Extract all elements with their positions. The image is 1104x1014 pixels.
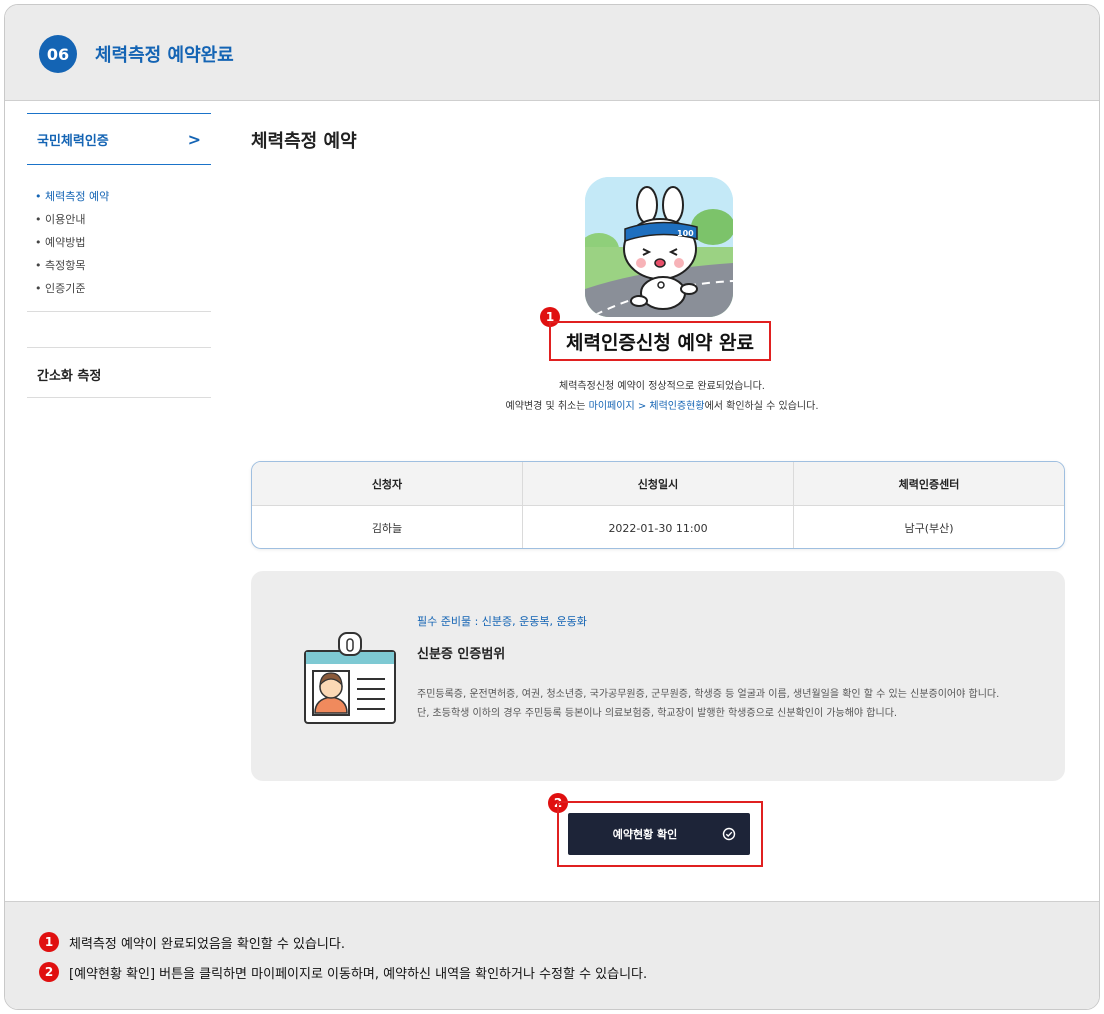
note-item: 2 [예약현황 확인] 버튼을 클릭하면 마이페이지로 이동하며, 예약하신 내… bbox=[39, 962, 647, 982]
note-number: 1 bbox=[39, 932, 59, 952]
id-scope-title: 신분증 인증범위 bbox=[417, 647, 506, 662]
sidebar-item-items[interactable]: • 측정항목 bbox=[35, 254, 109, 277]
completion-message: 체력측정신청 예약이 정상적으로 완료되었습니다. bbox=[559, 381, 765, 392]
sidebar-simple-measure[interactable]: 간소화 측정 bbox=[37, 365, 101, 384]
reservation-info-table: 신청자 신청일시 체력인증센터 김하늘 2022-01-30 11:00 남구(… bbox=[251, 461, 1065, 549]
cell-datetime: 2022-01-30 11:00 bbox=[523, 506, 794, 548]
notes-footer: 1 체력측정 예약이 완료되었음을 확인할 수 있습니다. 2 [예약현황 확인… bbox=[5, 901, 1099, 1009]
sidebar-item-guide[interactable]: • 이용안내 bbox=[35, 208, 109, 231]
sidebar-divider bbox=[27, 347, 211, 348]
sidebar-item-reservation[interactable]: • 체력측정 예약 bbox=[35, 185, 109, 208]
column-header-applicant: 신청자 bbox=[252, 462, 523, 505]
required-items: 필수 준비물 : 신분증, 운동복, 운동화 bbox=[417, 615, 587, 628]
step-number-badge: 06 bbox=[39, 35, 77, 73]
column-header-center: 체력인증센터 bbox=[898, 477, 960, 491]
sidebar-item-how-to[interactable]: • 예약방법 bbox=[35, 231, 109, 254]
sidebar-item-criteria[interactable]: • 인증기준 bbox=[35, 277, 109, 300]
table-header-row: 신청자 신청일시 체력인증센터 bbox=[252, 462, 1064, 506]
id-card-icon bbox=[304, 632, 396, 724]
note-text: [예약현황 확인] 버튼을 클릭하면 마이페이지로 이동하며, 예약하신 내역을… bbox=[69, 966, 648, 982]
reservation-complete-text: 체력인증신청 예약 완료 bbox=[565, 331, 755, 354]
reservation-complete-highlight: 체력인증신청 예약 완료 bbox=[549, 321, 771, 361]
message-text: 에서 확인하실 수 있습니다. bbox=[704, 401, 819, 412]
band-label: 100 bbox=[677, 229, 694, 238]
rabbit-character-illustration: 100 bbox=[585, 177, 733, 317]
sidebar-divider bbox=[27, 311, 211, 312]
message-text: 예약변경 및 취소는 bbox=[505, 401, 589, 412]
page-title: 체력측정 예약 bbox=[251, 131, 357, 152]
chevron-right-icon: > bbox=[187, 129, 201, 149]
screen-frame: 06 체력측정 예약완료 국민체력인증 > • 체력측정 예약 • 이용안내 •… bbox=[4, 4, 1100, 1010]
note-item: 1 체력측정 예약이 완료되었음을 확인할 수 있습니다. bbox=[39, 932, 345, 952]
sidebar-menu: • 체력측정 예약 • 이용안내 • 예약방법 • 측정항목 • 인증기준 bbox=[35, 185, 109, 300]
step-header: 06 체력측정 예약완료 bbox=[5, 5, 1099, 101]
id-guidance-panel: 필수 준비물 : 신분증, 운동복, 운동화 신분증 인증범위 주민등록증, 운… bbox=[251, 571, 1065, 781]
mypage-link[interactable]: 마이페이지 > 체력인증현황 bbox=[589, 401, 705, 412]
check-reservation-button[interactable]: 예약현황 확인 bbox=[568, 813, 750, 855]
note-text: 체력측정 예약이 완료되었음을 확인할 수 있습니다. bbox=[69, 936, 345, 952]
sidebar-section-title: 국민체력인증 bbox=[37, 133, 109, 149]
note-number: 2 bbox=[39, 962, 59, 982]
change-cancel-message: 예약변경 및 취소는 마이페이지 > 체력인증현황에서 확인하실 수 있습니다. bbox=[255, 397, 1069, 412]
cell-center: 남구(부산) bbox=[904, 522, 954, 535]
column-header-datetime: 신청일시 bbox=[523, 462, 794, 505]
sidebar-divider bbox=[27, 397, 211, 398]
id-scope-description: 주민등록증, 운전면허증, 여권, 청소년증, 국가공무원증, 군무원증, 학생… bbox=[417, 689, 1000, 719]
check-circle-icon bbox=[722, 827, 736, 841]
check-reservation-label: 예약현황 확인 bbox=[612, 828, 678, 841]
table-row: 김하늘 2022-01-30 11:00 남구(부산) bbox=[252, 506, 1064, 548]
cell-applicant: 김하늘 bbox=[252, 506, 523, 548]
sidebar-section-header[interactable]: 국민체력인증 > bbox=[27, 113, 211, 165]
step-title: 체력측정 예약완료 bbox=[95, 45, 234, 66]
